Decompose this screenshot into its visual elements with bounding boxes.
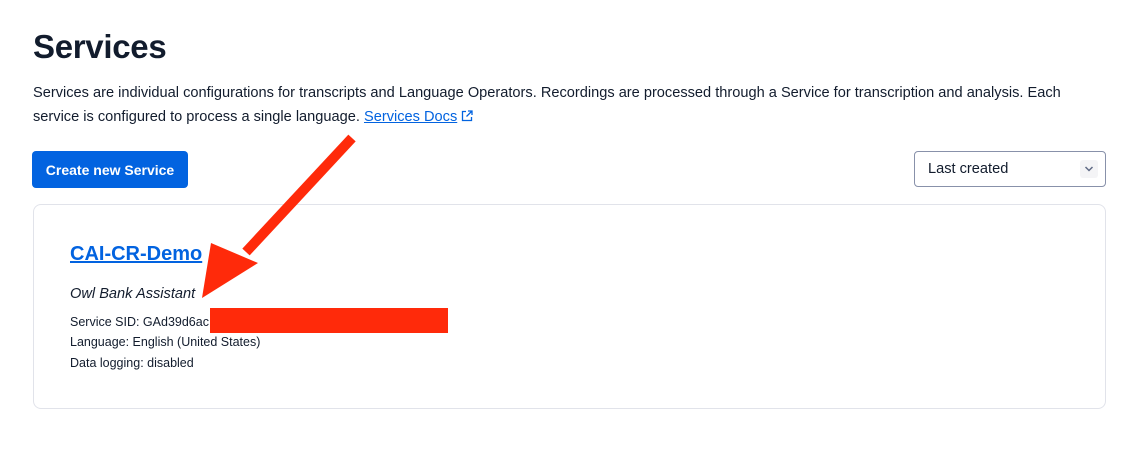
service-friendly-name: Owl Bank Assistant [70,286,196,302]
page-description: Services are individual configurations f… [33,81,1093,129]
create-new-service-button[interactable]: Create new Service [32,151,188,188]
page-title: Services [33,28,167,65]
service-sid: Service SID: GAd39d6ac [70,315,209,329]
services-docs-link[interactable]: Services Docs [364,109,473,125]
service-card: CAI-CR-Demo Owl Bank Assistant Service S… [33,204,1106,409]
external-link-icon [462,110,473,122]
sort-selected-value: Last created [928,161,1009,177]
services-page: Services Services are individual configu… [0,0,1148,451]
services-docs-label: Services Docs [363,109,458,125]
chevron-down-icon [1080,160,1098,178]
service-name-link[interactable]: CAI-CR-Demo [70,243,202,266]
service-language: Language: English (United States) [70,335,261,349]
description-text: Services are individual configurations f… [33,85,1061,125]
service-data-logging: Data logging: disabled [70,356,194,370]
redaction-bar [210,308,448,333]
sort-select[interactable]: Last created [914,151,1106,187]
